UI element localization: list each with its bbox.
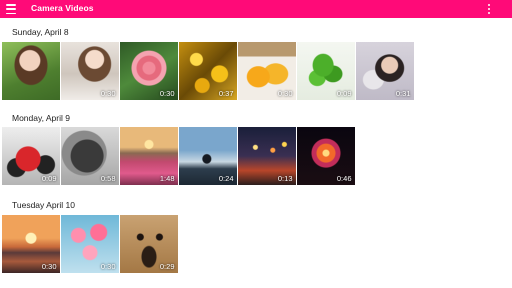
video-thumbnail[interactable]: 0:24	[179, 127, 237, 185]
video-thumbnail[interactable]: 0:30	[61, 42, 119, 100]
video-duration: 0:29	[159, 261, 175, 271]
video-duration: 0:31	[395, 88, 411, 98]
section-header-sunday: Sunday, April 8	[12, 27, 69, 37]
video-thumbnail[interactable]: 0:29	[120, 215, 178, 273]
video-duration: 0:13	[277, 173, 293, 183]
video-thumbnail[interactable]: 0:31	[356, 42, 414, 100]
video-thumbnail[interactable]: 0:30	[120, 42, 178, 100]
video-row-sunday: 0:30 0:30 0:37 0:30 0:09 0:31	[2, 42, 415, 100]
video-thumbnail[interactable]: 0:46	[297, 127, 355, 185]
app-bar: Camera Videos	[0, 0, 512, 18]
video-row-monday: 0:09 0:58 1:48 0:24 0:13 0:46	[2, 127, 356, 185]
video-duration: 0:30	[159, 88, 175, 98]
video-thumbnail[interactable]: 0:30	[61, 215, 119, 273]
video-duration: 0:46	[336, 173, 352, 183]
video-duration: 0:30	[41, 261, 57, 271]
video-duration: 0:30	[277, 88, 293, 98]
video-thumbnail[interactable]: 1:48	[120, 127, 178, 185]
video-duration: 1:48	[159, 173, 175, 183]
video-thumbnail[interactable]: 0:13	[238, 127, 296, 185]
video-duration: 0:58	[100, 173, 116, 183]
video-duration: 0:24	[218, 173, 234, 183]
video-row-tuesday: 0:30 0:30 0:29	[2, 215, 179, 273]
section-header-monday: Monday, April 9	[12, 113, 70, 123]
video-duration: 0:09	[336, 88, 352, 98]
video-thumbnail[interactable]: 0:09	[2, 127, 60, 185]
more-vert-icon[interactable]	[487, 4, 491, 14]
video-thumbnail[interactable]: 0:09	[297, 42, 355, 100]
app-title: Camera Videos	[31, 3, 94, 13]
hamburger-menu-icon[interactable]	[6, 4, 16, 14]
video-duration: 0:30	[100, 88, 116, 98]
video-thumbnail[interactable]: 0:37	[179, 42, 237, 100]
video-thumbnail[interactable]: 0:30	[238, 42, 296, 100]
video-thumbnail[interactable]	[2, 42, 60, 100]
video-duration: 0:30	[100, 261, 116, 271]
video-thumbnail[interactable]: 0:30	[2, 215, 60, 273]
video-thumbnail[interactable]: 0:58	[61, 127, 119, 185]
section-header-tuesday: Tuesday April 10	[12, 200, 75, 210]
video-duration: 0:09	[41, 173, 57, 183]
video-duration: 0:37	[218, 88, 234, 98]
